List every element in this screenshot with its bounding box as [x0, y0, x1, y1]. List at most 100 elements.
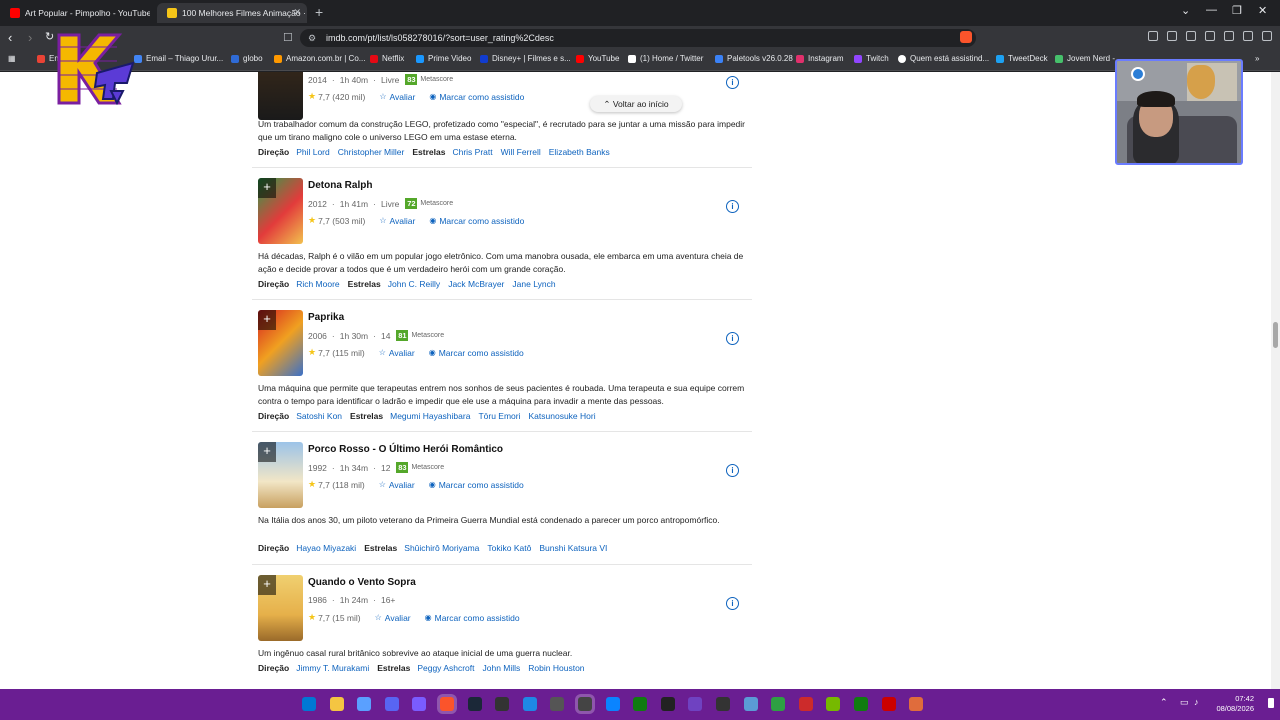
rate-button[interactable]: ☆ Avaliar	[379, 92, 415, 102]
bookmark-item[interactable]: Paletools v26.0.28	[715, 54, 793, 63]
director-link[interactable]: Christopher Miller	[338, 147, 405, 157]
taskbar-app-icon[interactable]	[329, 697, 344, 711]
sidebar-icon[interactable]	[1186, 31, 1196, 41]
bookmark-item[interactable]: Twitch	[854, 54, 889, 63]
taskbar-app-icon[interactable]	[522, 697, 537, 711]
star-link[interactable]: Shûichirô Moriyama	[404, 543, 479, 553]
taskbar-app-icon[interactable]	[495, 697, 510, 711]
taskbar-app-icon[interactable]	[660, 697, 675, 711]
director-link[interactable]: Hayao Miyazaki	[296, 543, 356, 553]
taskbar-app-icon[interactable]	[467, 697, 482, 711]
site-info-icon[interactable]: ⚙	[308, 29, 316, 47]
rate-button[interactable]: ☆ Avaliar	[379, 216, 415, 226]
info-icon[interactable]: i	[726, 200, 739, 213]
bookmark-icon[interactable]: ☐	[283, 31, 293, 44]
star-link[interactable]: Tokiko Katô	[487, 543, 531, 553]
add-watchlist-button[interactable]: +	[258, 442, 276, 462]
brave-shield-icon[interactable]	[960, 31, 972, 43]
star-link[interactable]: Elizabeth Banks	[549, 147, 610, 157]
star-link[interactable]: Peggy Ashcroft	[417, 663, 474, 673]
movie-title[interactable]: Quando o Vento Sopra	[308, 577, 416, 588]
apps-icon[interactable]: ▦	[8, 54, 16, 63]
movie-poster[interactable]: +	[258, 442, 303, 508]
back-button[interactable]: ‹	[8, 31, 12, 44]
star-link[interactable]: Bunshi Katsura VI	[539, 543, 607, 553]
info-icon[interactable]: i	[726, 332, 739, 345]
mark-watched-button[interactable]: ◉ Marcar como assistido	[429, 348, 524, 358]
taskbar-app-icon[interactable]	[605, 697, 620, 711]
director-link[interactable]: Rich Moore	[296, 279, 339, 289]
clock[interactable]: 07:42 08/08/2026	[1210, 694, 1254, 714]
tab-search-icon[interactable]: ⌄	[1181, 4, 1190, 17]
close-window-button[interactable]: ✕	[1258, 4, 1267, 17]
info-icon[interactable]: i	[726, 597, 739, 610]
taskbar-app-icon[interactable]	[412, 697, 427, 711]
taskbar-app-icon[interactable]	[881, 697, 896, 711]
taskbar-app-icon[interactable]	[743, 697, 758, 711]
info-icon[interactable]: i	[726, 464, 739, 477]
director-link[interactable]: Phil Lord	[296, 147, 330, 157]
bookmark-item[interactable]: YouTube	[576, 54, 619, 63]
notification-icon[interactable]	[1268, 698, 1274, 708]
movie-title[interactable]: Detona Ralph	[308, 180, 372, 191]
add-watchlist-button[interactable]: +	[258, 575, 276, 595]
music-icon[interactable]	[1167, 31, 1177, 41]
taskbar-app-icon[interactable]	[633, 697, 648, 711]
star-link[interactable]: Katsunosuke Hori	[529, 411, 596, 421]
bookmark-item[interactable]: Disney+ | Filmes e s...	[480, 54, 571, 63]
star-link[interactable]: John C. Reilly	[388, 279, 440, 289]
tab-imdb[interactable]: 100 Melhores Filmes Animação · ✕	[157, 3, 307, 23]
extension-icon[interactable]	[1148, 31, 1158, 41]
taskbar-app-icon[interactable]	[716, 697, 730, 711]
scrollbar-thumb[interactable]	[1273, 322, 1278, 348]
bookmark-item[interactable]: TweetDeck	[996, 54, 1048, 63]
taskbar-app-icon[interactable]	[688, 697, 703, 711]
network-icon[interactable]: ▭	[1180, 697, 1189, 708]
leo-icon[interactable]	[1224, 31, 1234, 41]
taskbar-app-icon[interactable]	[909, 697, 924, 711]
taskbar-app-icon[interactable]	[384, 697, 399, 711]
movie-title[interactable]: Porco Rosso - O Último Herói Romântico	[308, 444, 503, 455]
mark-watched-button[interactable]: ◉ Marcar como assistido	[425, 613, 520, 623]
star-link[interactable]: Megumi Hayashibara	[390, 411, 470, 421]
taskbar-app-icon[interactable]	[771, 697, 786, 711]
taskbar-app-icon[interactable]	[854, 697, 868, 711]
star-link[interactable]: Tōru Emori	[478, 411, 520, 421]
bookmark-item[interactable]: Amazon.com.br | Co...	[274, 54, 365, 63]
vpn-icon[interactable]	[1243, 31, 1253, 41]
more-bookmarks-icon[interactable]: »	[1255, 54, 1259, 63]
taskbar-app-icon[interactable]	[550, 697, 565, 711]
tab-youtube[interactable]: Art Popular - Pimpolho - YouTube	[0, 3, 150, 23]
movie-poster[interactable]: +	[258, 575, 303, 641]
movie-title[interactable]: Paprika	[308, 312, 344, 323]
star-link[interactable]: John Mills	[483, 663, 521, 673]
back-to-top-button[interactable]: ⌃ Voltar ao início	[590, 96, 682, 112]
star-link[interactable]: Will Ferrell	[501, 147, 541, 157]
add-watchlist-button[interactable]: +	[258, 178, 276, 198]
info-icon[interactable]: i	[726, 76, 739, 89]
bookmark-item[interactable]: Netflix	[370, 54, 404, 63]
director-link[interactable]: Jimmy T. Murakami	[296, 663, 369, 673]
bookmark-item[interactable]: Jovem Nerd -	[1055, 54, 1115, 63]
maximize-button[interactable]: ❐	[1232, 4, 1242, 17]
star-link[interactable]: Jack McBrayer	[448, 279, 504, 289]
address-bar[interactable]: ⚙ imdb.com/pt/list/ls058278016/?sort=use…	[300, 29, 976, 47]
star-link[interactable]: Chris Pratt	[452, 147, 492, 157]
director-link[interactable]: Satoshi Kon	[296, 411, 342, 421]
bookmark-item[interactable]: Email – Thiago Urur...	[134, 54, 223, 63]
tray-chevron-icon[interactable]: ⌃	[1160, 697, 1168, 708]
minimize-button[interactable]: —	[1206, 4, 1217, 16]
scrollbar[interactable]	[1271, 72, 1280, 689]
wallet-icon[interactable]	[1205, 31, 1215, 41]
rate-button[interactable]: ☆ Avaliar	[379, 348, 415, 358]
bookmark-item[interactable]: Prime Video	[416, 54, 471, 63]
mark-watched-button[interactable]: ◉ Marcar como assistido	[429, 92, 524, 102]
rate-button[interactable]: ☆ Avaliar	[375, 613, 411, 623]
menu-icon[interactable]	[1262, 31, 1272, 41]
star-link[interactable]: Robin Houston	[528, 663, 584, 673]
forward-button[interactable]: ›	[28, 31, 32, 44]
rate-button[interactable]: ☆ Avaliar	[379, 480, 415, 490]
volume-icon[interactable]: ♪	[1194, 697, 1199, 707]
new-tab-button[interactable]: +	[315, 4, 323, 20]
bookmark-item[interactable]: Instagram	[796, 54, 844, 63]
